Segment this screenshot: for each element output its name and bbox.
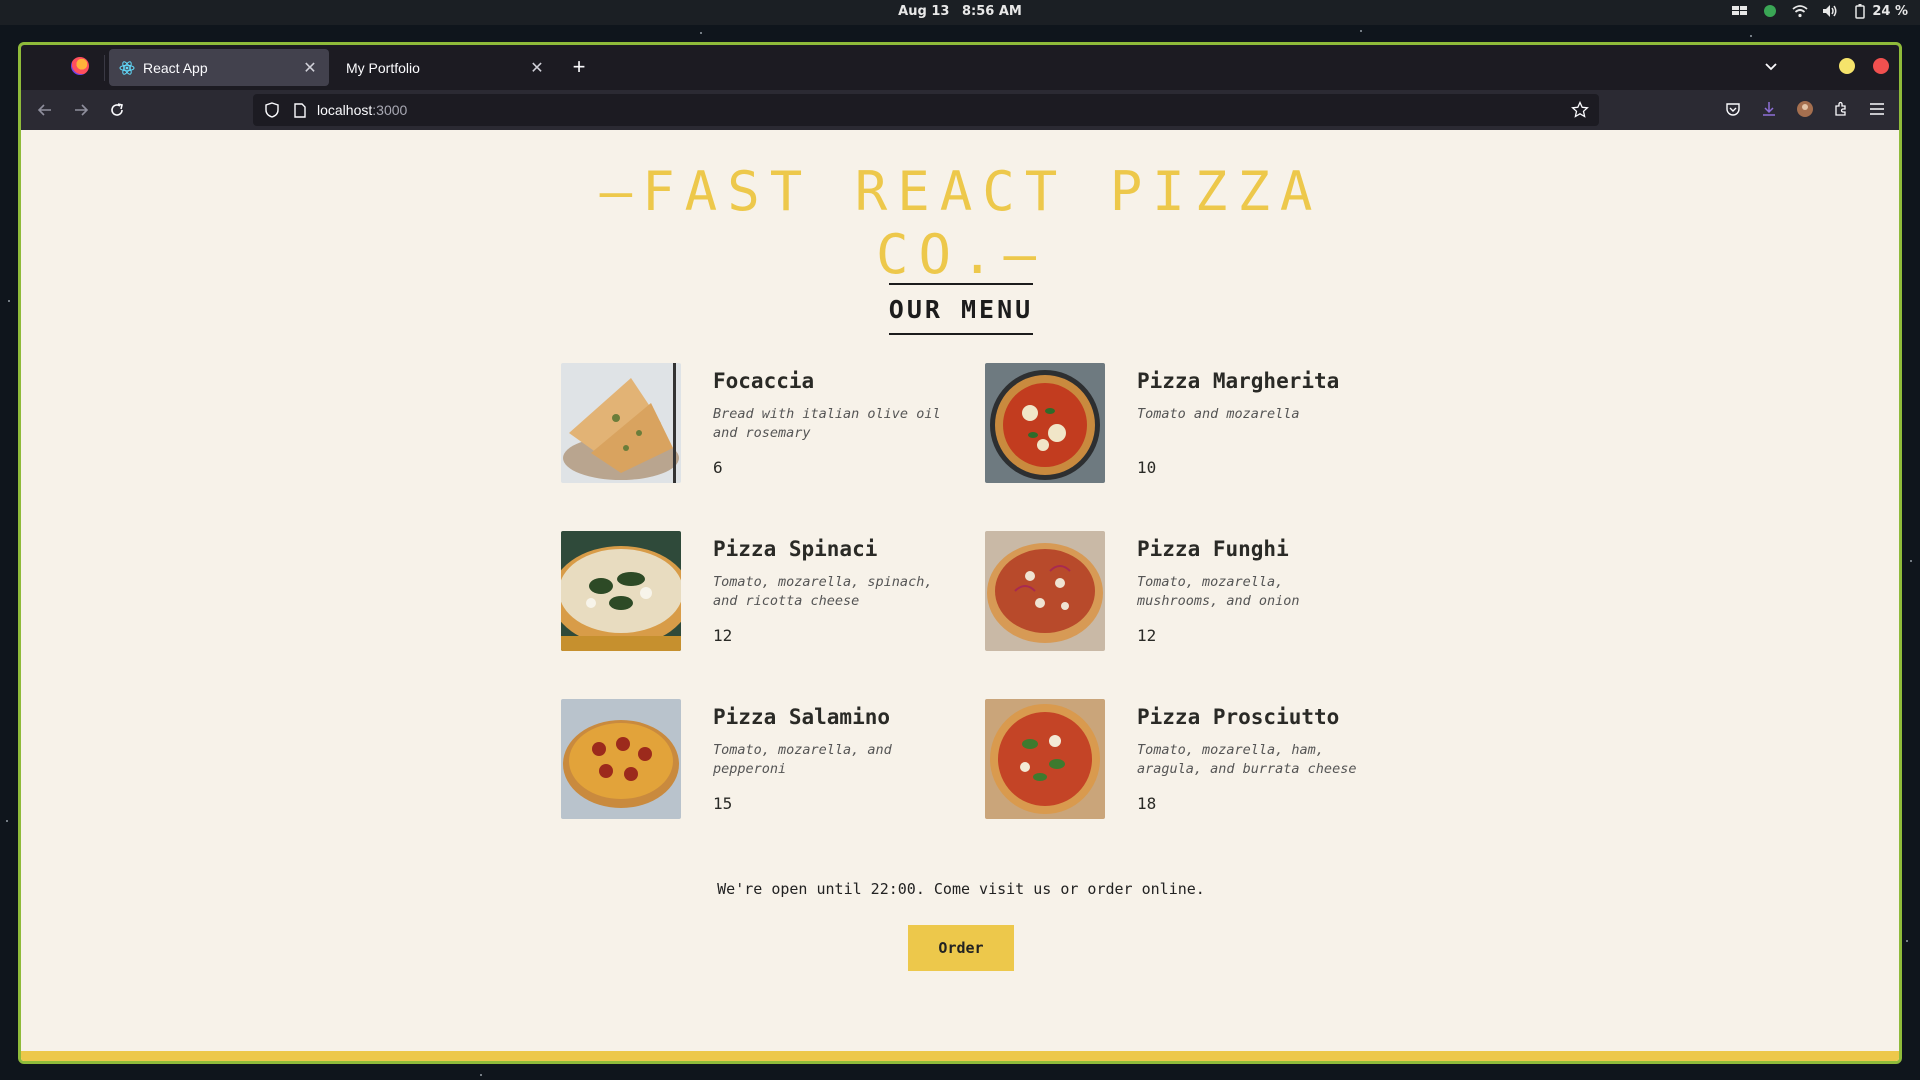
pizza-name: Focaccia [713,369,815,393]
pizza-ingredients: Tomato, mozarella, spinach, and ricotta … [713,574,933,609]
tab-my-portfolio[interactable]: My Portfolio ✕ [336,49,556,86]
tab-bar: React App ✕ My Portfolio ✕ + [21,45,1899,90]
pizza-image [561,531,681,651]
battery-percentage: 24 % [1872,3,1908,19]
tab-react-app[interactable]: React App ✕ [109,49,329,86]
footer-stripe [21,1051,1899,1061]
order-button[interactable]: Order [908,925,1014,971]
hamburger-menu-icon[interactable] [1867,99,1887,119]
pizza-item-focaccia: Focaccia Bread with italian olive oil an… [561,363,985,483]
pizza-image [985,699,1105,819]
pizza-name: Pizza Spinaci [713,537,878,561]
pizza-item-spinaci: Pizza Spinaci Tomato, mozarella, spinach… [561,531,985,651]
pizza-item-salamino: Pizza Salamino Tomato, mozarella, and pe… [561,699,985,819]
pizza-item-prosciutto: Pizza Prosciutto Tomato, mozarella, ham,… [985,699,1361,819]
url-host: localhost [317,102,373,118]
forward-button[interactable] [71,100,91,120]
workspace-icon[interactable] [1732,3,1748,19]
close-window-button[interactable] [1873,58,1889,74]
pizza-ingredients: Tomato, mozarella, ham, aragula, and bur… [1137,742,1357,777]
pizza-name: Pizza Salamino [713,705,891,729]
minimize-button[interactable] [1839,58,1855,74]
pizza-ingredients: Bread with italian olive oil and rosemar… [713,406,941,441]
firefox-icon[interactable] [71,57,89,75]
system-date: Aug 13 [898,4,950,19]
wifi-icon[interactable] [1792,3,1808,19]
pizza-image [561,699,681,819]
close-tab-icon[interactable]: ✕ [301,58,319,78]
new-tab-button[interactable]: + [566,54,592,80]
system-time: 8:56 AM [961,4,1022,19]
pizza-price: 6 [713,458,723,477]
pizza-ingredients: Tomato, mozarella, mushrooms, and onion [1137,574,1300,609]
system-top-bar: Aug 13 8:56 AM 24 % [0,0,1920,25]
close-tab-icon[interactable]: ✕ [528,58,546,78]
extensions-icon[interactable] [1831,99,1851,119]
account-avatar[interactable] [1795,99,1815,119]
battery-icon [1852,3,1868,19]
pizza-name: Pizza Prosciutto [1137,705,1340,729]
bookmark-star-icon[interactable] [1571,100,1589,124]
pizza-name: Pizza Funghi [1137,537,1289,561]
tab-title: React App [143,59,208,76]
pizza-image [985,363,1105,483]
navigation-toolbar: localhost:3000 [21,90,1899,130]
pizza-price: 18 [1137,794,1157,813]
address-bar[interactable]: localhost:3000 [253,94,1599,126]
system-clock[interactable]: Aug 13 8:56 AM [0,4,1920,19]
page-info-icon[interactable] [291,101,309,119]
tab-divider [104,55,105,81]
status-circle-icon[interactable] [1762,3,1778,19]
shield-icon[interactable] [263,101,281,119]
pizza-ingredients: Tomato and mozarella [1137,406,1300,422]
reload-button[interactable] [107,100,127,120]
tab-title: My Portfolio [346,59,420,76]
pizza-price: 12 [713,626,733,645]
pizza-item-margherita: Pizza Margherita Tomato and mozarella 10 [985,363,1361,483]
pizza-ingredients: Tomato, mozarella, and pepperoni [713,742,892,777]
url-port: :3000 [372,102,408,118]
menu-heading: OUR MENU [888,283,1034,335]
brand-header: —FAST REACT PIZZA CO.— [599,160,1323,286]
downloads-icon[interactable] [1759,99,1779,119]
pizza-name: Pizza Margherita [1137,369,1340,393]
pizza-price: 12 [1137,626,1157,645]
pizza-image [561,363,681,483]
url-text: localhost:3000 [317,102,407,118]
pocket-icon[interactable] [1723,99,1743,119]
volume-icon[interactable] [1822,3,1838,19]
browser-window: React App ✕ My Portfolio ✕ + localhost:3… [18,42,1902,1064]
pizza-price: 15 [713,794,733,813]
opening-hours-message: We're open until 22:00. Come visit us or… [717,880,1205,898]
battery-indicator[interactable]: 24 % [1852,3,1908,19]
pizza-image [985,531,1105,651]
list-all-tabs-button[interactable] [1763,58,1779,79]
page-content: —FAST REACT PIZZA CO.— OUR MENU Focaccia… [21,130,1899,1061]
pizza-list: Focaccia Bread with italian olive oil an… [561,363,1361,819]
react-icon [119,60,135,76]
pizza-item-funghi: Pizza Funghi Tomato, mozarella, mushroom… [985,531,1361,651]
back-button[interactable] [35,100,55,120]
pizza-price: 10 [1137,458,1157,477]
